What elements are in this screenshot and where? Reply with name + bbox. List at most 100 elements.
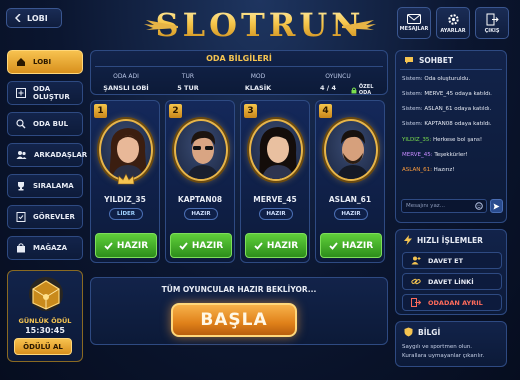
emoji-icon[interactable] [475,202,483,212]
sidebar-item-find-room[interactable]: ODA BUL [7,112,83,136]
plus-square-icon [16,88,26,98]
player-slot-number: 3 [244,104,257,118]
leave-room-label: ODADAN AYRIL [428,298,483,307]
info-line-1: Saygılı ve sportmen olun. [402,344,473,350]
left-wing-icon [144,20,178,30]
ready-button[interactable]: HAZIR [320,233,382,258]
quick-actions-panel: HIZLI İŞLEMLER DAVET ET DAVET LİNKİ ODAD… [395,229,507,315]
chat-message: Sistem: Oda oluşturuldu. [402,76,470,82]
send-icon [493,203,500,209]
player-slot-number: 1 [94,104,107,118]
sidebar-item-label: LOBI [33,58,52,66]
chat-sender: Sistem: [402,121,423,127]
leave-room-button[interactable]: ODADAN AYRIL [402,294,502,311]
sidebar-item-ranking[interactable]: SIRALAMA [7,174,83,198]
chat-input[interactable]: Mesajını yaz... [401,199,487,213]
ready-button[interactable]: HAZIR [170,233,232,258]
exit-button[interactable]: ÇIKIŞ [475,7,509,39]
exit-label: ÇIKIŞ [484,27,500,34]
chat-message: Sistem: KAPTAN08 odaya katıldı. [402,121,492,127]
lock-icon [351,87,357,93]
chat-message: MERVE_45: Teşekkürler! [402,152,468,158]
chat-text: Hazırız! [431,167,455,173]
status-badge: HAZIR [259,208,293,220]
chat-title: SOHBET [419,56,454,65]
settings-label: AYARLAR [440,27,466,34]
reward-chest-icon [29,277,63,311]
back-to-lobby-button[interactable]: LOBI [6,8,62,28]
reward-timer: 15:30:45 [25,326,65,335]
round-value: 5 TUR [177,84,199,92]
mode-value: KLASİK [244,84,272,92]
room-name-header: ODA ADI [113,73,139,80]
logo-text: SLOTRUN [155,6,365,44]
player-card: 1 YILDIZ_35 LİDER HAZIR [90,100,160,263]
avatar [99,119,153,181]
sidebar-item-tasks[interactable]: GÖREVLER [7,205,83,229]
lightning-icon [404,235,412,245]
chat-sender: ASLAN_61: [402,167,432,173]
leave-icon [411,298,421,307]
ready-label: HAZIR [341,240,374,251]
players-value: 4 / 4 [320,84,336,92]
quick-actions-header: HIZLI İŞLEMLER [404,235,483,245]
mode-header: MOD [250,73,266,80]
messages-label: MESAJLAR [399,26,429,32]
chat-sender: Sistem: [402,106,423,112]
crown-icon [117,173,135,185]
check-icon [179,241,188,250]
daily-reward-panel: GÜNLÜK ÖDÜL 15:30:45 ÖDÜLÜ AL [7,270,83,362]
chat-panel: SOHBET Sistem: Oda oluşturuldu. Sistem: … [395,50,507,223]
ready-button[interactable]: HAZIR [95,233,157,258]
settings-button[interactable]: AYARLAR [436,7,470,39]
chat-header: SOHBET [404,56,453,65]
status-badge: HAZIR [184,208,218,220]
private-label: ÖZEL ODA [358,84,374,96]
sidebar-item-friends[interactable]: ARKADAŞLAR [7,143,87,167]
info-header: BİLGİ [404,327,440,337]
avatar-woman-icon [109,128,147,179]
invite-button[interactable]: DAVET ET [402,252,502,269]
messages-button[interactable]: MESAJLAR [397,7,431,39]
player-name: ASLAN_61 [328,195,372,204]
sidebar-item-label: ARKADAŞLAR [34,151,88,159]
avatar [174,119,228,181]
invite-link-button[interactable]: DAVET LİNKİ [402,273,502,290]
chat-text: KAPTAN08 odaya katıldı. [422,121,492,127]
chat-sender: Sistem: [402,76,423,82]
avatar [324,119,378,181]
avatar-man-sunglasses-icon [186,131,220,179]
right-wing-icon [342,20,376,30]
sidebar-item-label: MAĞAZA [33,244,68,252]
chat-bubble-icon [405,57,413,64]
sidebar-item-create-room[interactable]: ODA OLUŞTUR [7,81,83,105]
home-icon [17,58,25,66]
round-header: TUR [181,73,195,80]
send-button[interactable] [490,199,503,213]
chat-text: ASLAN_61 odaya katıldı. [422,106,492,112]
check-icon [104,241,113,250]
room-info-title: ODA BİLGİLERİ [206,54,272,63]
status-badge: HAZIR [334,208,368,220]
ready-button[interactable]: HAZIR [245,233,307,258]
check-icon [254,241,263,250]
info-line-2: Kurallara uymayanlar çıkarılır. [402,353,485,359]
waiting-text: TÜM OYUNCULAR HAZIR BEKLİYOR... [161,285,317,294]
sidebar-item-shop[interactable]: MAĞAZA [7,236,83,260]
reward-title: GÜNLÜK ÖDÜL [18,317,72,325]
exit-door-icon [486,13,499,25]
ready-label: HAZIR [266,240,299,251]
back-label: LOBI [27,13,48,23]
sidebar-item-label: ODA OLUŞTUR [33,85,70,101]
start-game-button[interactable]: BAŞLA [171,303,297,337]
player-card: 2 KAPTAN08 HAZIR HAZIR [165,100,235,263]
link-icon [411,278,421,285]
info-title: BİLGİ [418,327,441,337]
player-slot-number: 2 [169,104,182,118]
sidebar-item-label: ODA BUL [33,120,69,128]
invite-link-label: DAVET LİNKİ [428,277,474,286]
chat-message: Sistem: ASLAN_61 odaya katıldı. [402,106,491,112]
claim-reward-button[interactable]: ÖDÜLÜ AL [14,338,72,355]
player-name: KAPTAN08 [177,195,223,204]
sidebar-item-lobi[interactable]: LOBI [7,50,83,74]
